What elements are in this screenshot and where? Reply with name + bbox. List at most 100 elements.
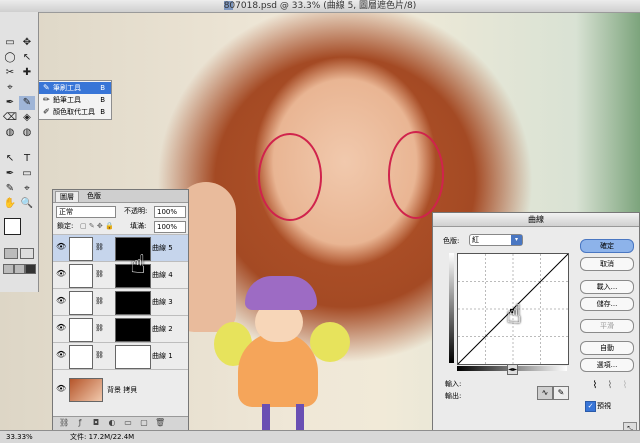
eye-icon[interactable]: 👁 xyxy=(56,351,66,359)
new-adjustment-layer-icon[interactable]: ◐ xyxy=(107,418,117,428)
channel-select[interactable]: 紅 ▾ xyxy=(469,234,523,246)
curves-adjustment-thumbnail xyxy=(69,237,93,261)
eyedropper-tool-icon[interactable]: ⌖ xyxy=(19,182,35,196)
layer-row-curves-2[interactable]: 👁 ⛓ 曲線 2 xyxy=(53,315,188,342)
dodge-tool-icon[interactable]: ◍ xyxy=(19,126,35,140)
options-button[interactable]: 選項... xyxy=(580,358,634,372)
link-layers-icon[interactable]: ⛓ xyxy=(59,418,69,428)
blend-mode-select[interactable]: 正常 xyxy=(56,206,116,218)
screen-mode-full-menu-button[interactable] xyxy=(14,264,25,274)
save-button[interactable]: 儲存... xyxy=(580,297,634,311)
color-replacement-icon: ✐ xyxy=(43,107,50,116)
eye-icon[interactable]: 👁 xyxy=(56,324,66,332)
brush-icon: ✎ xyxy=(43,83,50,92)
brush-tool-icon[interactable]: ✎ xyxy=(19,96,35,110)
eraser-tool-icon[interactable]: ⌫ xyxy=(2,111,18,125)
curves-adjustment-thumbnail xyxy=(69,264,93,288)
notes-tool-icon[interactable]: ✎ xyxy=(2,182,18,196)
eye-icon[interactable]: 👁 xyxy=(56,385,66,393)
layer-mask-thumbnail[interactable] xyxy=(115,318,151,342)
quick-mask-button[interactable] xyxy=(20,248,34,259)
opacity-label: 不透明: xyxy=(124,207,148,215)
gradient-tool-icon[interactable]: ◈ xyxy=(19,111,35,125)
zoom-tool-icon[interactable]: 🔍 xyxy=(19,197,35,211)
eye-icon[interactable]: 👁 xyxy=(56,270,66,278)
curves-adjustment-thumbnail xyxy=(69,291,93,315)
curves-dialog: 曲線 色版: 紅 ▾ 確定 取消 載入... 儲存... 平滑 自動 選項...… xyxy=(432,212,640,440)
layer-row-curves-1[interactable]: 👁 ⛓ 曲線 1 xyxy=(53,342,188,369)
cheek-circle-left xyxy=(258,133,322,221)
new-layer-icon[interactable]: ▢ xyxy=(139,418,149,428)
doll-leg-left xyxy=(262,404,270,430)
slice-tool-icon[interactable]: ✚ xyxy=(19,66,35,80)
toolbox: ▭ ✥ ◯ ↖ ✂ ✚ ⌖ ✎ ✒ ⌫ ◈ ◍ ◍ ↖ T ✒ ▭ ✎ ⌖ ✋ … xyxy=(0,12,39,292)
zoom-level[interactable]: 33.33% xyxy=(6,431,33,443)
pen-tool-icon[interactable]: ✒ xyxy=(2,167,18,181)
flyout-item-color-replacement[interactable]: ✐ 顏色取代工具 B xyxy=(39,106,111,118)
lock-icons[interactable]: ▢ ✎ ✥ 🔒 xyxy=(80,221,114,231)
doll-hat xyxy=(245,276,317,310)
lock-label: 鎖定: xyxy=(57,222,74,230)
tab-layers[interactable]: 圖層 xyxy=(55,191,79,202)
screen-mode-full-button[interactable] xyxy=(25,264,36,274)
link-icon: ⛓ xyxy=(95,324,104,332)
layer-row-curves-3[interactable]: 👁 ⛓ 曲線 3 xyxy=(53,288,188,315)
screen-mode-standard-button[interactable] xyxy=(3,264,14,274)
ok-button[interactable]: 確定 xyxy=(580,239,634,253)
marquee-tool-icon[interactable]: ▭ xyxy=(2,36,18,50)
white-point-eyedropper-icon[interactable]: ⌇ xyxy=(618,379,632,393)
gray-point-eyedropper-icon[interactable]: ⌇ xyxy=(603,379,617,393)
auto-button[interactable]: 自動 xyxy=(580,341,634,355)
foreground-color-swatch[interactable] xyxy=(4,218,21,235)
magic-wand-tool-icon[interactable]: ↖ xyxy=(19,51,35,65)
new-group-icon[interactable]: ▭ xyxy=(123,418,133,428)
preview-checkbox[interactable]: ✓ xyxy=(585,401,596,412)
eye-icon[interactable]: 👁 xyxy=(56,297,66,305)
doll-wing-right xyxy=(310,322,350,362)
load-button[interactable]: 載入... xyxy=(580,280,634,294)
layer-row-curves-5[interactable]: 👁 ⛓ 曲線 5 xyxy=(53,234,188,261)
eye-icon[interactable]: 👁 xyxy=(56,243,66,251)
blur-tool-icon[interactable]: ◍ xyxy=(2,126,18,140)
pencil-draw-icon[interactable]: ✎ xyxy=(553,386,569,400)
layer-name: 曲線 2 xyxy=(152,325,173,333)
cheek-circle-right xyxy=(388,131,444,219)
type-tool-icon[interactable]: T xyxy=(19,152,35,166)
flyout-item-pencil[interactable]: ✏ 鉛筆工具 B xyxy=(39,94,111,106)
black-point-eyedropper-icon[interactable]: ⌇ xyxy=(588,379,602,393)
document-size-info[interactable]: 文件: 17.2M/22.4M xyxy=(70,431,134,443)
move-tool-icon[interactable]: ✥ xyxy=(19,36,35,50)
output-label: 輸出: xyxy=(445,392,462,400)
cancel-button[interactable]: 取消 xyxy=(580,257,634,271)
layer-row-background-copy[interactable]: 👁 背景 拷貝 xyxy=(53,369,188,410)
trash-icon[interactable]: 🗑 xyxy=(155,418,165,428)
standard-mode-button[interactable] xyxy=(4,248,18,259)
curve-edit-points-icon[interactable]: ∿ xyxy=(537,386,553,400)
curve-direction-toggle-icon[interactable]: ◄► xyxy=(507,364,518,375)
clone-stamp-tool-icon[interactable]: ✒ xyxy=(2,96,18,110)
curves-adjustment-thumbnail xyxy=(69,345,93,369)
brush-tool-flyout-menu: ✎ 筆刷工具 B ✏ 鉛筆工具 B ✐ 顏色取代工具 B xyxy=(38,80,112,120)
smooth-button[interactable]: 平滑 xyxy=(580,319,634,333)
pencil-icon: ✏ xyxy=(43,95,50,104)
link-icon: ⛓ xyxy=(95,351,104,359)
layers-panel-tabs: 圖層 色版 xyxy=(53,190,188,203)
path-selection-tool-icon[interactable]: ↖ xyxy=(2,152,18,166)
lasso-tool-icon[interactable]: ◯ xyxy=(2,51,18,65)
layer-mask-thumbnail[interactable] xyxy=(115,345,151,369)
crop-tool-icon[interactable]: ✂ xyxy=(2,66,18,80)
healing-brush-tool-icon[interactable]: ⌖ xyxy=(2,81,18,95)
fill-input[interactable]: 100% xyxy=(154,221,186,233)
layer-mask-thumbnail[interactable] xyxy=(115,291,151,315)
flyout-item-brush[interactable]: ✎ 筆刷工具 B xyxy=(39,82,111,94)
layer-name: 曲線 1 xyxy=(152,352,173,360)
layer-style-icon[interactable]: ƒ xyxy=(75,418,85,428)
channel-label: 色版: xyxy=(443,237,460,245)
shape-tool-icon[interactable]: ▭ xyxy=(19,167,35,181)
status-bar: 33.33% 文件: 17.2M/22.4M xyxy=(0,430,640,443)
layer-row-curves-4[interactable]: 👁 ⛓ 曲線 4 xyxy=(53,261,188,288)
opacity-input[interactable]: 100% xyxy=(154,206,186,218)
add-mask-icon[interactable]: ◘ xyxy=(91,418,101,428)
tab-channels[interactable]: 色版 xyxy=(83,191,105,201)
hand-tool-icon[interactable]: ✋ xyxy=(2,197,18,211)
